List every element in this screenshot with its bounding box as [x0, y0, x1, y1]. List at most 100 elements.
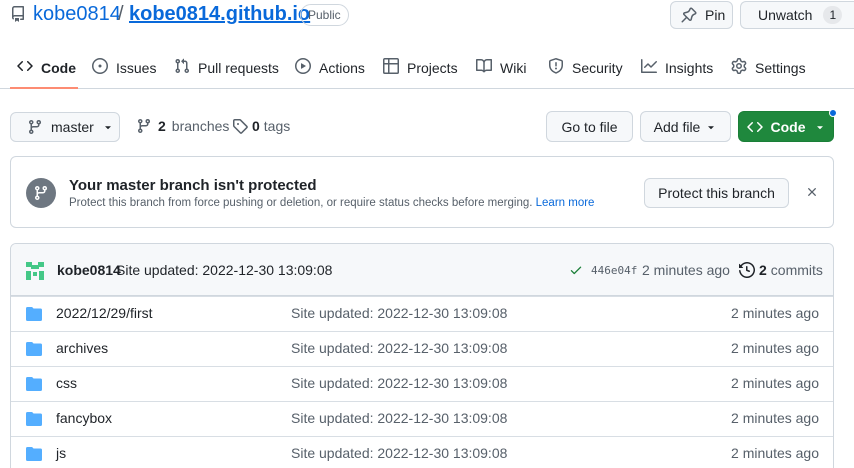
commit-time: 2 minutes ago — [642, 262, 730, 278]
branches-link[interactable]: 2 branches — [136, 118, 229, 134]
repo-tab-nav: Code Issues Pull requests Actions Projec… — [0, 48, 854, 89]
commits-history-link[interactable]: 2 commits — [739, 262, 823, 278]
watch-count-badge: 1 — [823, 6, 843, 24]
code-icon — [746, 121, 763, 132]
file-row[interactable]: js Site updated: 2022-12-30 13:09:08 2 m… — [11, 436, 833, 468]
tab-projects[interactable]: Projects — [383, 48, 458, 89]
tab-issues-label: Issues — [116, 60, 157, 76]
check-icon[interactable] — [569, 263, 583, 277]
tab-pull-requests-label: Pull requests — [198, 60, 279, 76]
file-commit-message[interactable]: Site updated: 2022-12-30 13:09:08 — [291, 305, 507, 321]
triangle-down-icon — [105, 126, 111, 130]
notification-dot — [829, 109, 837, 117]
issue-icon — [92, 58, 108, 74]
tab-wiki[interactable]: Wiki — [476, 48, 526, 89]
unwatch-button[interactable]: Unwatch 1 — [740, 1, 854, 29]
code-button-label: Code — [770, 118, 806, 135]
file-commit-message[interactable]: Site updated: 2022-12-30 13:09:08 — [291, 445, 507, 461]
git-branch-icon — [28, 120, 41, 135]
tag-icon — [233, 119, 248, 134]
protect-branch-label: Protect this branch — [658, 185, 775, 201]
tab-settings[interactable]: Settings — [731, 48, 806, 89]
file-row[interactable]: fancybox Site updated: 2022-12-30 13:09:… — [11, 401, 833, 436]
commits-label: commits — [770, 262, 823, 278]
tab-security-label: Security — [572, 60, 623, 76]
file-name-link[interactable]: 2022/12/29/first — [56, 305, 153, 321]
branch-count: 2 — [158, 118, 166, 134]
triangle-down-icon — [816, 125, 823, 129]
tab-insights-label: Insights — [665, 60, 714, 76]
file-name-link[interactable]: js — [56, 445, 66, 461]
repo-owner-link[interactable]: kobe0814 — [33, 3, 121, 26]
triangle-down-icon — [708, 125, 715, 129]
protection-description: Protect this branch from force pushing o… — [69, 197, 594, 209]
play-icon — [295, 58, 311, 74]
graph-icon — [641, 59, 657, 73]
code-icon — [17, 60, 33, 72]
folder-icon — [26, 377, 42, 391]
file-row[interactable]: css Site updated: 2022-12-30 13:09:08 2 … — [11, 366, 833, 401]
file-name-link[interactable]: fancybox — [56, 410, 112, 426]
path-separator: / — [118, 3, 124, 25]
tab-insights[interactable]: Insights — [641, 48, 713, 89]
repo-name-link[interactable]: kobe0814.github.io — [129, 3, 310, 26]
file-row[interactable]: 2022/12/29/first Site updated: 2022-12-3… — [11, 296, 833, 331]
commit-author-link[interactable]: kobe0814 — [57, 262, 121, 278]
tab-settings-label: Settings — [755, 60, 806, 76]
file-row[interactable]: archives Site updated: 2022-12-30 13:09:… — [11, 331, 833, 366]
code-button[interactable]: Code — [738, 111, 834, 142]
repo-icon — [11, 6, 24, 22]
commit-message-link[interactable]: Site updated: 2022-12-30 13:09:08 — [116, 262, 332, 278]
go-to-file-label: Go to file — [561, 118, 618, 135]
commit-sha-link[interactable]: 446e04f — [591, 264, 637, 277]
learn-more-link[interactable]: Learn more — [536, 197, 595, 209]
table-icon — [383, 58, 399, 74]
protection-title: Your master branch isn't protected — [69, 177, 317, 194]
gear-icon — [731, 58, 747, 74]
branch-name: master — [51, 119, 94, 135]
branches-label: branches — [171, 118, 230, 134]
pin-icon — [681, 7, 697, 23]
file-updated-time: 2 minutes ago — [731, 305, 819, 321]
git-branch-icon — [137, 119, 150, 134]
avatar[interactable] — [24, 260, 46, 282]
tab-code-label: Code — [41, 60, 76, 76]
branch-select-button[interactable]: master — [10, 112, 120, 142]
file-commit-message[interactable]: Site updated: 2022-12-30 13:09:08 — [291, 340, 507, 356]
go-to-file-button[interactable]: Go to file — [546, 111, 633, 142]
history-icon — [739, 262, 755, 278]
file-updated-time: 2 minutes ago — [731, 410, 819, 426]
tab-issues[interactable]: Issues — [92, 48, 156, 89]
tab-pull-requests[interactable]: Pull requests — [174, 48, 279, 89]
git-branch-icon — [34, 186, 47, 201]
file-name-link[interactable]: css — [56, 375, 77, 391]
tab-security[interactable]: Security — [548, 48, 623, 89]
tags-link[interactable]: 0 tags — [232, 118, 290, 134]
book-icon — [476, 58, 492, 73]
tags-label: tags — [263, 118, 291, 134]
shield-icon — [549, 58, 563, 74]
pull-request-icon — [175, 58, 190, 74]
tab-actions[interactable]: Actions — [295, 48, 365, 89]
tab-actions-label: Actions — [319, 60, 365, 76]
add-file-button[interactable]: Add file — [640, 111, 731, 142]
tab-code[interactable]: Code — [10, 48, 78, 89]
folder-icon — [26, 447, 42, 461]
file-updated-time: 2 minutes ago — [731, 375, 819, 391]
folder-icon — [26, 307, 42, 321]
close-icon[interactable] — [805, 185, 819, 199]
tag-count: 0 — [252, 118, 260, 134]
branch-protection-banner: Your master branch isn't protected Prote… — [10, 156, 834, 228]
add-file-label: Add file — [653, 118, 701, 135]
repo-header: kobe0814 / kobe0814.github.io Public Pin… — [0, 0, 854, 32]
tab-projects-label: Projects — [407, 60, 458, 76]
file-name-link[interactable]: archives — [56, 340, 108, 356]
protection-description-text: Protect this branch from force pushing o… — [69, 197, 533, 209]
folder-icon — [26, 412, 42, 426]
file-commit-message[interactable]: Site updated: 2022-12-30 13:09:08 — [291, 375, 507, 391]
pin-button[interactable]: Pin — [670, 1, 733, 29]
unwatch-label: Unwatch — [758, 7, 813, 23]
protect-branch-button[interactable]: Protect this branch — [644, 178, 789, 208]
file-commit-message[interactable]: Site updated: 2022-12-30 13:09:08 — [291, 410, 507, 426]
folder-icon — [26, 342, 42, 356]
